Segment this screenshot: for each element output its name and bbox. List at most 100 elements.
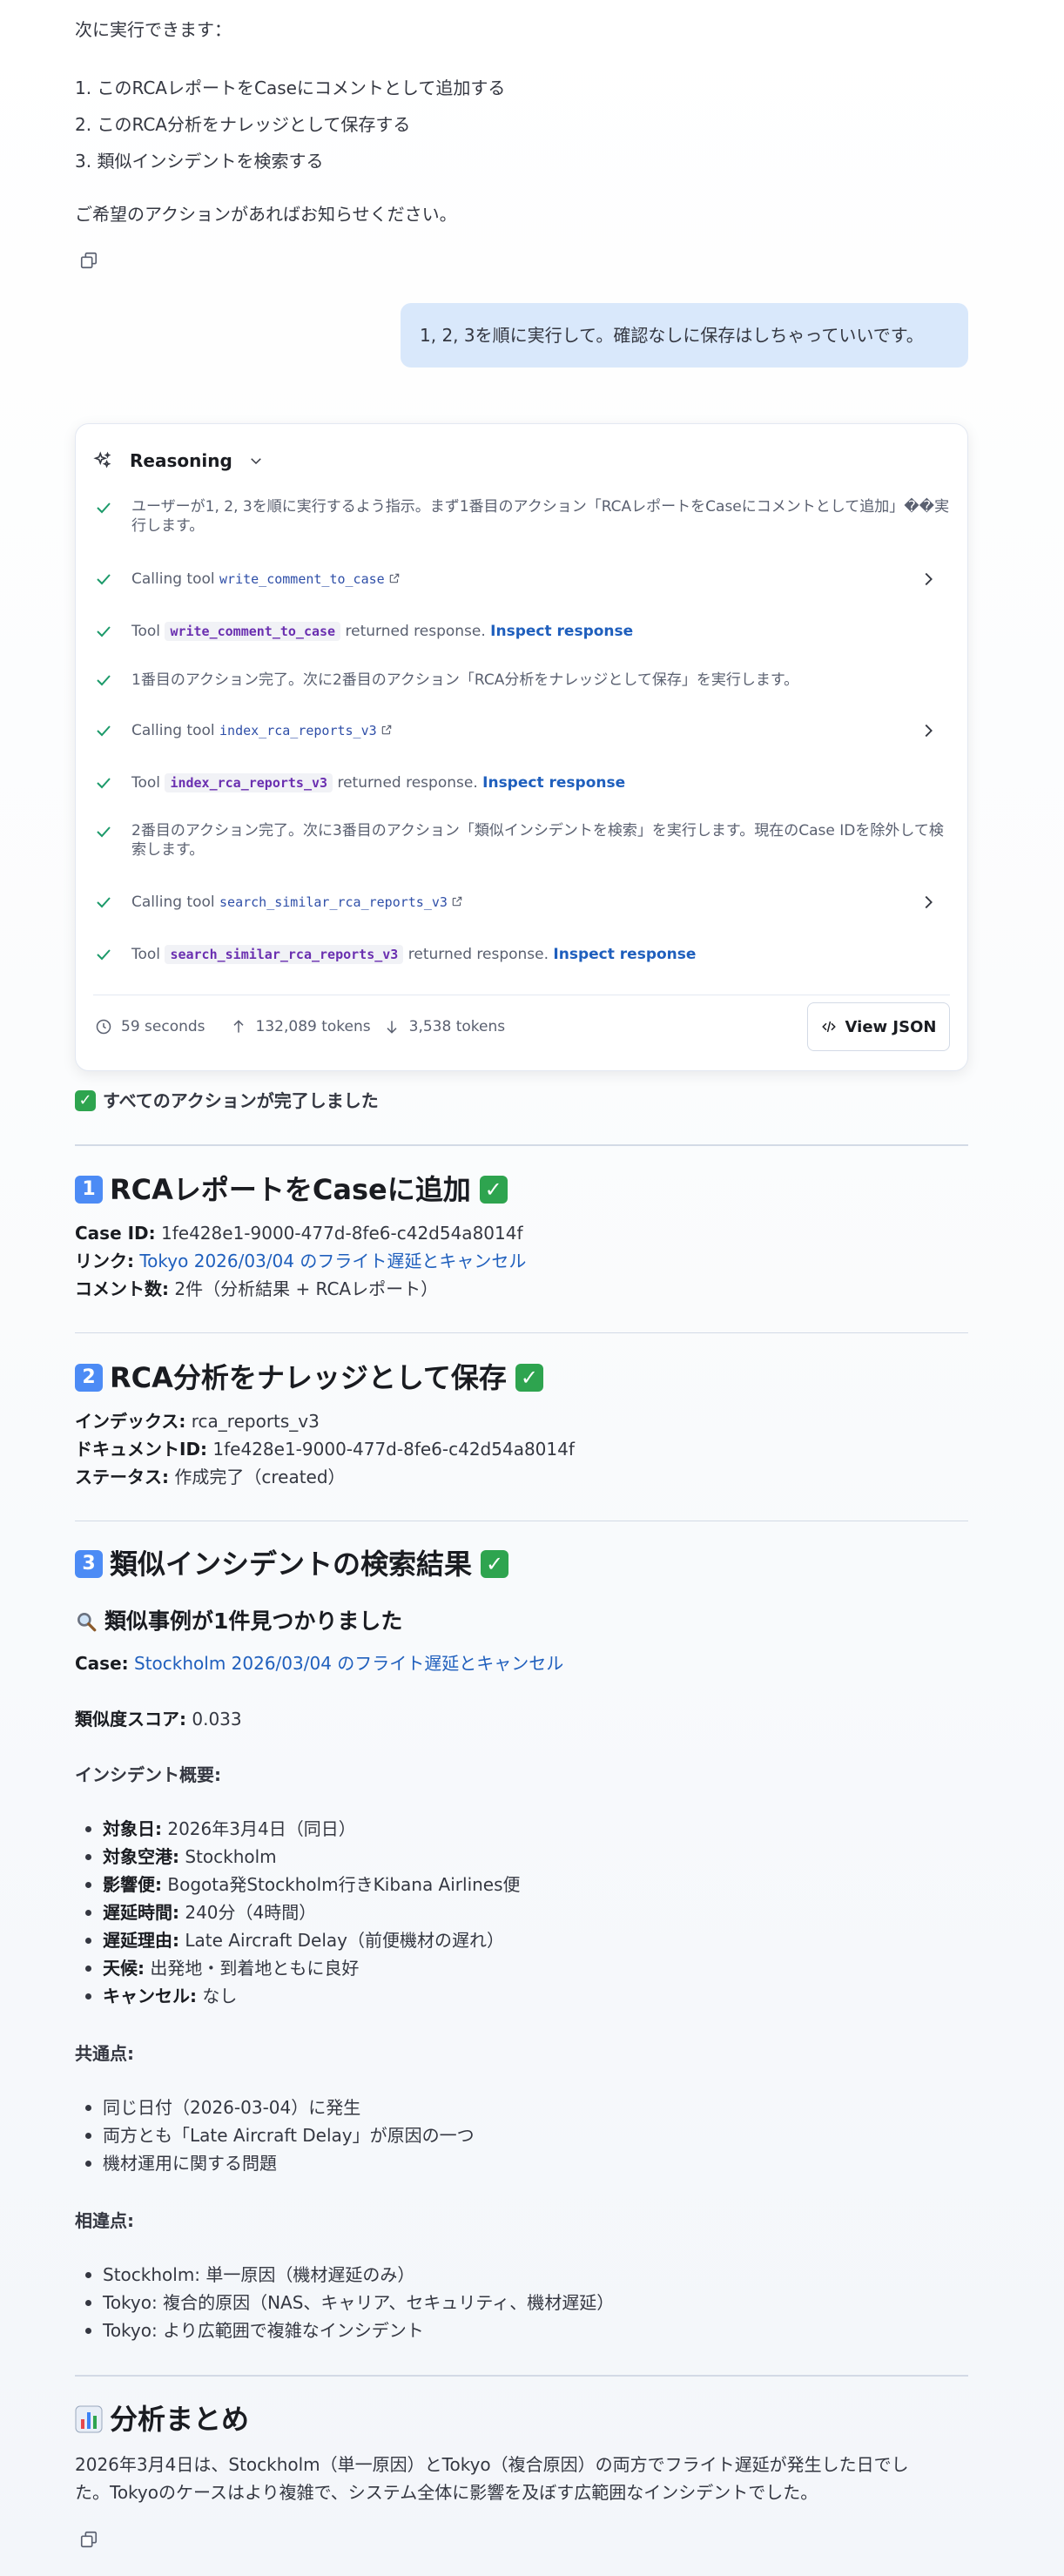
case-link[interactable]: Tokyo 2026/03/04 のフライト遅延とキャンセル — [139, 1251, 526, 1271]
tool-name: write_comment_to_case — [219, 571, 385, 587]
section-heading: 2 RCA分析をナレッジとして保存 ✓ — [75, 1359, 543, 1397]
check-icon — [97, 675, 111, 686]
external-link-icon[interactable] — [388, 572, 401, 584]
reasoning-step: ユーザーが1, 2, 3を順に実行するよう指示。まず1番目のアクション「RCAレ… — [93, 497, 950, 536]
chevron-down-icon[interactable] — [248, 453, 264, 469]
field-label: Case: — [75, 1653, 129, 1674]
step-suffix: returned response. — [337, 774, 478, 792]
keycap-two-icon: 2 — [75, 1364, 103, 1392]
intro-closing: ご希望のアクションがあればお知らせください。 — [75, 204, 457, 225]
user-message-bubble: 1, 2, 3を順に実行して。確認なしに保存はしちゃっていいです。 — [401, 303, 968, 368]
done-banner-text: すべてのアクションが完了しました — [103, 1090, 379, 1111]
reasoning-title: Reasoning — [130, 450, 232, 471]
field-label: 類似度スコア: — [75, 1709, 186, 1730]
check-icon — [97, 574, 111, 585]
intro-action-item: 3. 類似インシデントを検索する — [75, 151, 324, 172]
input-tokens-label: 132,089 tokens — [255, 1018, 371, 1035]
document-id-value: 1fe428e1-9000-477d-8fe6-c42d54a8014f — [212, 1439, 575, 1460]
field-label: コメント数: — [75, 1278, 169, 1299]
inspect-response-link[interactable]: Inspect response — [482, 774, 625, 792]
list-item: Tokyo: より広範囲で複雑なインシデント — [75, 2316, 614, 2344]
intro-action-item: 2. このRCA分析をナレッジとして保存する — [75, 114, 411, 135]
similar-case-row: Case: Stockholm 2026/03/04 のフライト遅延とキャンセル — [75, 1649, 563, 1677]
check-mark-icon: ✓ — [515, 1364, 543, 1392]
keycap-three-icon: 3 — [75, 1550, 103, 1578]
section-title: RCA分析をナレッジとして保存 — [110, 1361, 507, 1394]
case-id-row: Case ID: 1fe428e1-9000-477d-8fe6-c42d54a… — [75, 1219, 523, 1247]
chevron-right-icon[interactable] — [919, 721, 938, 740]
list-item: 遅延理由: Late Aircraft Delay（前便機材の遅れ） — [75, 1926, 521, 1954]
section-title: 分析まとめ — [110, 2403, 250, 2436]
list-item: Tokyo: 複合的原因（NAS、キャリア、セキュリティ、機材遅延） — [75, 2289, 614, 2316]
check-icon — [97, 949, 111, 961]
check-icon — [97, 897, 111, 908]
comments-row: コメント数: 2件（分析結果 + RCAレポート） — [75, 1275, 438, 1303]
step-suffix: returned response. — [407, 946, 549, 963]
subsection-title: 類似事例が1件見つかりました — [104, 1608, 403, 1634]
summary-text: 2026年3月4日は、Stockholm（単一原因）とTokyo（複合原因）の両… — [75, 2454, 909, 2475]
list-item: 対象日: 2026年3月4日（同日） — [75, 1815, 521, 1843]
chevron-right-icon[interactable] — [919, 893, 938, 912]
list-item: 対象空港: Stockholm — [75, 1843, 521, 1871]
section-title: RCAレポートをCaseに追加 — [110, 1173, 471, 1206]
similar-case-link[interactable]: Stockholm 2026/03/04 のフライト遅延とキャンセル — [134, 1653, 563, 1674]
arrow-down-icon — [387, 1021, 397, 1034]
divider — [75, 1332, 968, 1333]
list-item: Stockholm: 単一原因（機材遅延のみ） — [75, 2261, 614, 2289]
step-suffix: returned response. — [345, 623, 486, 640]
list-item: 影響便: Bogota発Stockholm行きKibana Airlines便 — [75, 1871, 521, 1898]
copy-icon[interactable] — [77, 248, 101, 273]
score-value: 0.033 — [192, 1709, 242, 1730]
field-label: リンク: — [75, 1251, 134, 1271]
external-link-icon[interactable] — [380, 724, 393, 736]
step-prefix: Tool — [131, 623, 161, 640]
tool-name: write_comment_to_case — [165, 622, 341, 641]
comments-value: 2件（分析結果 + RCAレポート） — [174, 1278, 439, 1299]
reasoning-header[interactable]: Reasoning — [93, 445, 264, 476]
list-item: 天候: 出発地・到着地ともに良好 — [75, 1954, 521, 1982]
tool-name: index_rca_reports_v3 — [165, 773, 333, 792]
index-value: rca_reports_v3 — [191, 1411, 320, 1432]
reasoning-step: Tool search_similar_rca_reports_v3 retur… — [93, 944, 950, 965]
chevron-right-icon[interactable] — [919, 570, 938, 589]
score-row: 類似度スコア: 0.033 — [75, 1705, 242, 1733]
divider — [75, 1144, 968, 1146]
index-row: インデックス: rca_reports_v3 — [75, 1407, 320, 1435]
sparkles-icon — [93, 451, 111, 469]
status-value: 作成完了（created） — [174, 1467, 346, 1487]
output-tokens-label: 3,538 tokens — [408, 1018, 506, 1035]
section-heading: 分析まとめ — [75, 2400, 249, 2438]
intro-action-item: 1. このRCAレポートをCaseにコメントとして追加する — [75, 78, 506, 98]
reasoning-step[interactable]: Calling tool write_comment_to_case — [93, 569, 950, 590]
inspect-response-link[interactable]: Inspect response — [553, 946, 696, 963]
reasoning-step-text: ユーザーが1, 2, 3を順に実行するよう指示。まず1番目のアクション「RCAレ… — [131, 498, 950, 535]
section-heading: 3 類似インシデントの検索結果 ✓ — [75, 1545, 509, 1583]
field-label: Case ID: — [75, 1223, 156, 1244]
step-prefix: Calling tool — [131, 722, 215, 739]
check-mark-icon: ✓ — [481, 1550, 509, 1578]
intro-action-list: 1. このRCAレポートをCaseにコメントとして追加する 2. このRCA分析… — [75, 70, 505, 179]
reasoning-step: Tool index_rca_reports_v3 returned respo… — [93, 772, 950, 793]
reasoning-step[interactable]: Calling tool search_similar_rca_reports_… — [93, 892, 950, 913]
overview-heading: インシデント概要: — [75, 1764, 221, 1785]
list-item: キャンセル: なし — [75, 1982, 521, 2010]
field-label: ステータス: — [75, 1467, 169, 1487]
code-icon — [821, 1021, 836, 1033]
view-json-button[interactable]: View JSON — [807, 1002, 950, 1051]
reasoning-panel: Reasoning ユーザーが1, 2, 3を順に実行するよう指示。まず1番目の… — [75, 423, 968, 1071]
list-item: 同じ日付（2026-03-04）に発生 — [75, 2094, 475, 2121]
reasoning-step[interactable]: Calling tool index_rca_reports_v3 — [93, 720, 950, 741]
tool-name: search_similar_rca_reports_v3 — [165, 945, 404, 964]
arrow-up-icon — [233, 1020, 244, 1033]
step-prefix: Tool — [131, 774, 161, 792]
document-id-row: ドキュメントID: 1fe428e1-9000-477d-8fe6-c42d54… — [75, 1435, 575, 1463]
external-link-icon[interactable] — [451, 895, 463, 907]
common-list: 同じ日付（2026-03-04）に発生 両方とも「Late Aircraft D… — [75, 2094, 475, 2177]
tool-name: index_rca_reports_v3 — [219, 723, 377, 738]
tool-name: search_similar_rca_reports_v3 — [219, 894, 448, 910]
list-item: 遅延時間: 240分（4時間） — [75, 1898, 521, 1926]
check-icon — [97, 502, 111, 514]
overview-list: 対象日: 2026年3月4日（同日） 対象空港: Stockholm 影響便: … — [75, 1815, 521, 2010]
copy-icon[interactable] — [77, 2527, 101, 2552]
inspect-response-link[interactable]: Inspect response — [490, 623, 633, 640]
